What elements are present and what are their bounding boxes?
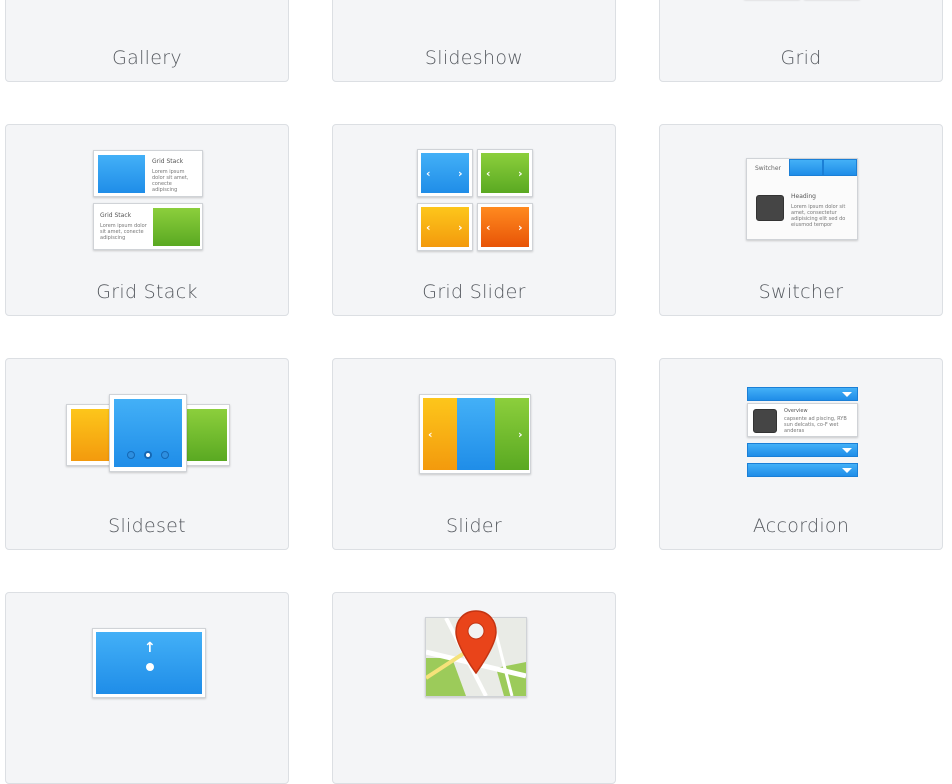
grid-stack-heading: Grid Stack bbox=[152, 158, 184, 165]
arrow-left-icon: ‹ bbox=[486, 167, 491, 180]
accordion-heading: Overview bbox=[784, 408, 808, 414]
scroller-thumbnail: ↑ bbox=[6, 593, 288, 783]
widget-card-slideshow[interactable]: Slideshow bbox=[332, 0, 616, 82]
chevron-down-icon bbox=[842, 448, 852, 453]
map-pin-icon bbox=[455, 610, 497, 675]
card-label: Switcher bbox=[758, 281, 844, 303]
map-thumbnail bbox=[333, 593, 615, 783]
slide-dot bbox=[161, 451, 169, 459]
slide-dot bbox=[127, 451, 135, 459]
widget-card-grid-slider[interactable]: ‹ › ‹ › ‹ › ‹ › Grid Slider bbox=[332, 124, 616, 316]
card-label: Grid bbox=[780, 47, 822, 69]
arrow-up-icon: ↑ bbox=[144, 640, 156, 656]
card-label: Slideshow bbox=[424, 47, 524, 69]
arrow-right-icon: › bbox=[518, 428, 523, 441]
chevron-down-icon bbox=[842, 392, 852, 397]
widget-card-grid[interactable]: Grid bbox=[659, 0, 943, 82]
chevron-down-icon bbox=[842, 468, 852, 473]
card-label: Grid Slider bbox=[422, 281, 526, 303]
arrow-left-icon: ‹ bbox=[426, 167, 431, 180]
widget-card-grid-stack[interactable]: Grid Stack Lorem ipsum dolor sit amet, c… bbox=[5, 124, 289, 316]
widget-card-switcher[interactable]: Switcher Heading Lorem ipsum dolor sit a… bbox=[659, 124, 943, 316]
widget-card-slideset[interactable]: Slideset bbox=[5, 358, 289, 550]
card-label: Slider bbox=[446, 515, 502, 537]
widget-card-slider[interactable]: ‹ › Slider bbox=[332, 358, 616, 550]
arrow-right-icon: › bbox=[458, 221, 463, 234]
arrow-right-icon: › bbox=[518, 167, 523, 180]
widget-card-scroller[interactable]: ↑ bbox=[5, 592, 289, 784]
widget-card-gallery[interactable]: Gallery bbox=[5, 0, 289, 82]
slide-dot-active bbox=[144, 451, 152, 459]
arrow-right-icon: › bbox=[458, 167, 463, 180]
widget-card-accordion[interactable]: Overview capsente ad piscing, RYB sun de… bbox=[659, 358, 943, 550]
arrow-right-icon: › bbox=[518, 221, 523, 234]
arrow-left-icon: ‹ bbox=[428, 428, 433, 441]
widget-card-map[interactable] bbox=[332, 592, 616, 784]
card-label: Grid Stack bbox=[96, 281, 198, 303]
scroll-dot bbox=[146, 663, 154, 671]
arrow-left-icon: ‹ bbox=[486, 221, 491, 234]
card-label: Slideset bbox=[108, 515, 186, 537]
switcher-title: Switcher bbox=[755, 165, 781, 172]
card-label: Gallery bbox=[112, 47, 182, 69]
switcher-heading: Heading bbox=[791, 193, 816, 200]
arrow-left-icon: ‹ bbox=[426, 221, 431, 234]
card-label: Accordion bbox=[752, 515, 850, 537]
